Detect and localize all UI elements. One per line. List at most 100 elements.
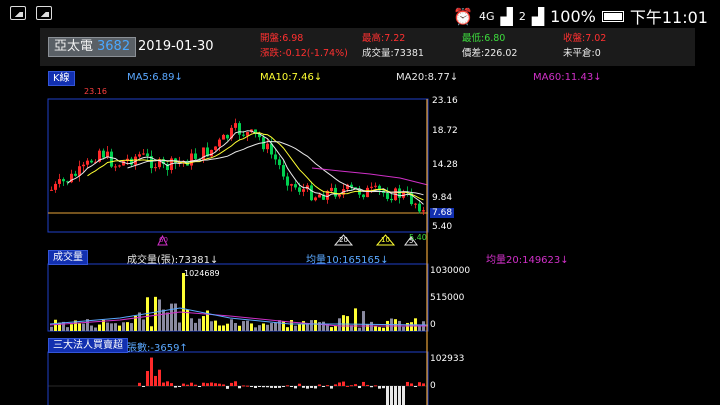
institutional-bar [230,382,233,386]
volume-bar [122,322,125,331]
volume-bar [246,320,249,331]
candle-body [282,165,285,177]
volume-bar [382,327,385,331]
volume-axis-1: 1030000 [430,266,471,276]
volume-peak-label: 1024689 [184,269,220,278]
volume-avg20: 均量20:149623↓ [486,255,569,266]
volume-bar [66,327,69,331]
volume-bar [378,327,381,331]
candle-body [214,146,217,150]
volume-bar [98,324,101,331]
volume-bar [258,325,261,331]
candle-body [194,153,197,159]
candle-body [334,187,337,197]
institutional-bar [366,384,369,386]
institutional-bar [282,386,285,387]
institutional-tab[interactable]: 三大法人買賣超 [48,338,128,353]
institutional-bar [378,386,381,389]
volume-current: 成交量(張):73381↓ [127,255,219,266]
candle-body [142,153,145,155]
institutional-bar [174,386,177,388]
institutional-bar [382,386,385,389]
volume-bar [230,319,233,331]
candle-body [286,176,289,186]
volume-bar [298,324,301,331]
kline-axis-4: 9.84 [432,193,453,203]
candle-body [114,166,117,168]
candle-body [54,183,57,190]
volume-bar [182,273,185,331]
volume-axis-2: 515000 [430,293,465,303]
volume-bar [174,303,177,331]
candle-body [422,210,425,212]
institutional-bar [310,386,313,388]
kline-axis-1: 23.16 [432,96,458,106]
candle-body [102,150,105,158]
candle-body [222,134,225,140]
institutional-bar [406,381,409,386]
candle-body [74,173,77,176]
candle-body [234,123,237,128]
ma60-label: MA60:11.43↓ [533,72,602,83]
institutional-bar [166,381,169,386]
volume-tab[interactable]: 成交量 [48,250,88,265]
volume-bar [346,316,349,331]
institutional-bar [150,357,153,386]
institutional-bar [386,386,389,405]
institutional-bar [218,383,221,386]
candle-body [62,179,65,182]
volume-bar [266,324,269,331]
volume-bar [306,323,309,331]
institutional-bar [194,384,197,386]
volume-bar [126,322,129,331]
candle-body [210,149,213,157]
volume-bar [114,323,117,331]
candle-body [370,186,373,188]
volume-bar [166,312,169,331]
institutional-bar [270,386,273,388]
institutional-bar [206,383,209,386]
volume-bar [250,323,253,331]
institutional-bar [274,386,277,389]
institutional-bar [154,375,157,386]
volume-bar [178,322,181,331]
volume-bar [150,326,153,331]
institutional-bar [190,382,193,386]
ma5-label: MA5:6.89↓ [127,72,183,83]
volume-bar [330,327,333,331]
volume-bar [286,327,289,331]
volume-bar [162,309,165,331]
institutional-bar [398,386,401,405]
volume-bar [342,315,345,331]
institutional-bar [138,382,141,386]
volume-bar [210,321,213,331]
institutional-bar [422,383,425,386]
marker-5: 5 [409,237,414,245]
candle-body [398,188,401,198]
candle-body [86,160,89,165]
institutional-bar [178,386,181,387]
volume-bar [78,323,81,331]
volume-bar [154,296,157,331]
institutional-bar [302,386,305,388]
institutional-bar [214,383,217,386]
volume-bar [94,327,97,331]
institutional-bar [262,386,265,388]
kline-tab[interactable]: K線 [48,71,75,86]
institutional-bar [346,385,349,387]
candle-body [90,160,93,163]
institutional-bar [354,384,357,386]
institutional-bar [306,386,309,389]
candle-body [418,203,421,212]
inst-axis-2: 0 [430,381,436,391]
institutional-bar [294,386,297,389]
institutional-bar [238,386,241,389]
ma20-label: MA20:8.77↓ [396,72,459,83]
kline-axis-2: 18.72 [432,126,458,136]
inst-panel-frame [47,351,429,405]
volume-bar [358,327,361,331]
institutional-bar [370,386,373,388]
institutional-bar [162,382,165,386]
volume-bar [278,320,281,331]
institutional-bar [326,385,329,387]
